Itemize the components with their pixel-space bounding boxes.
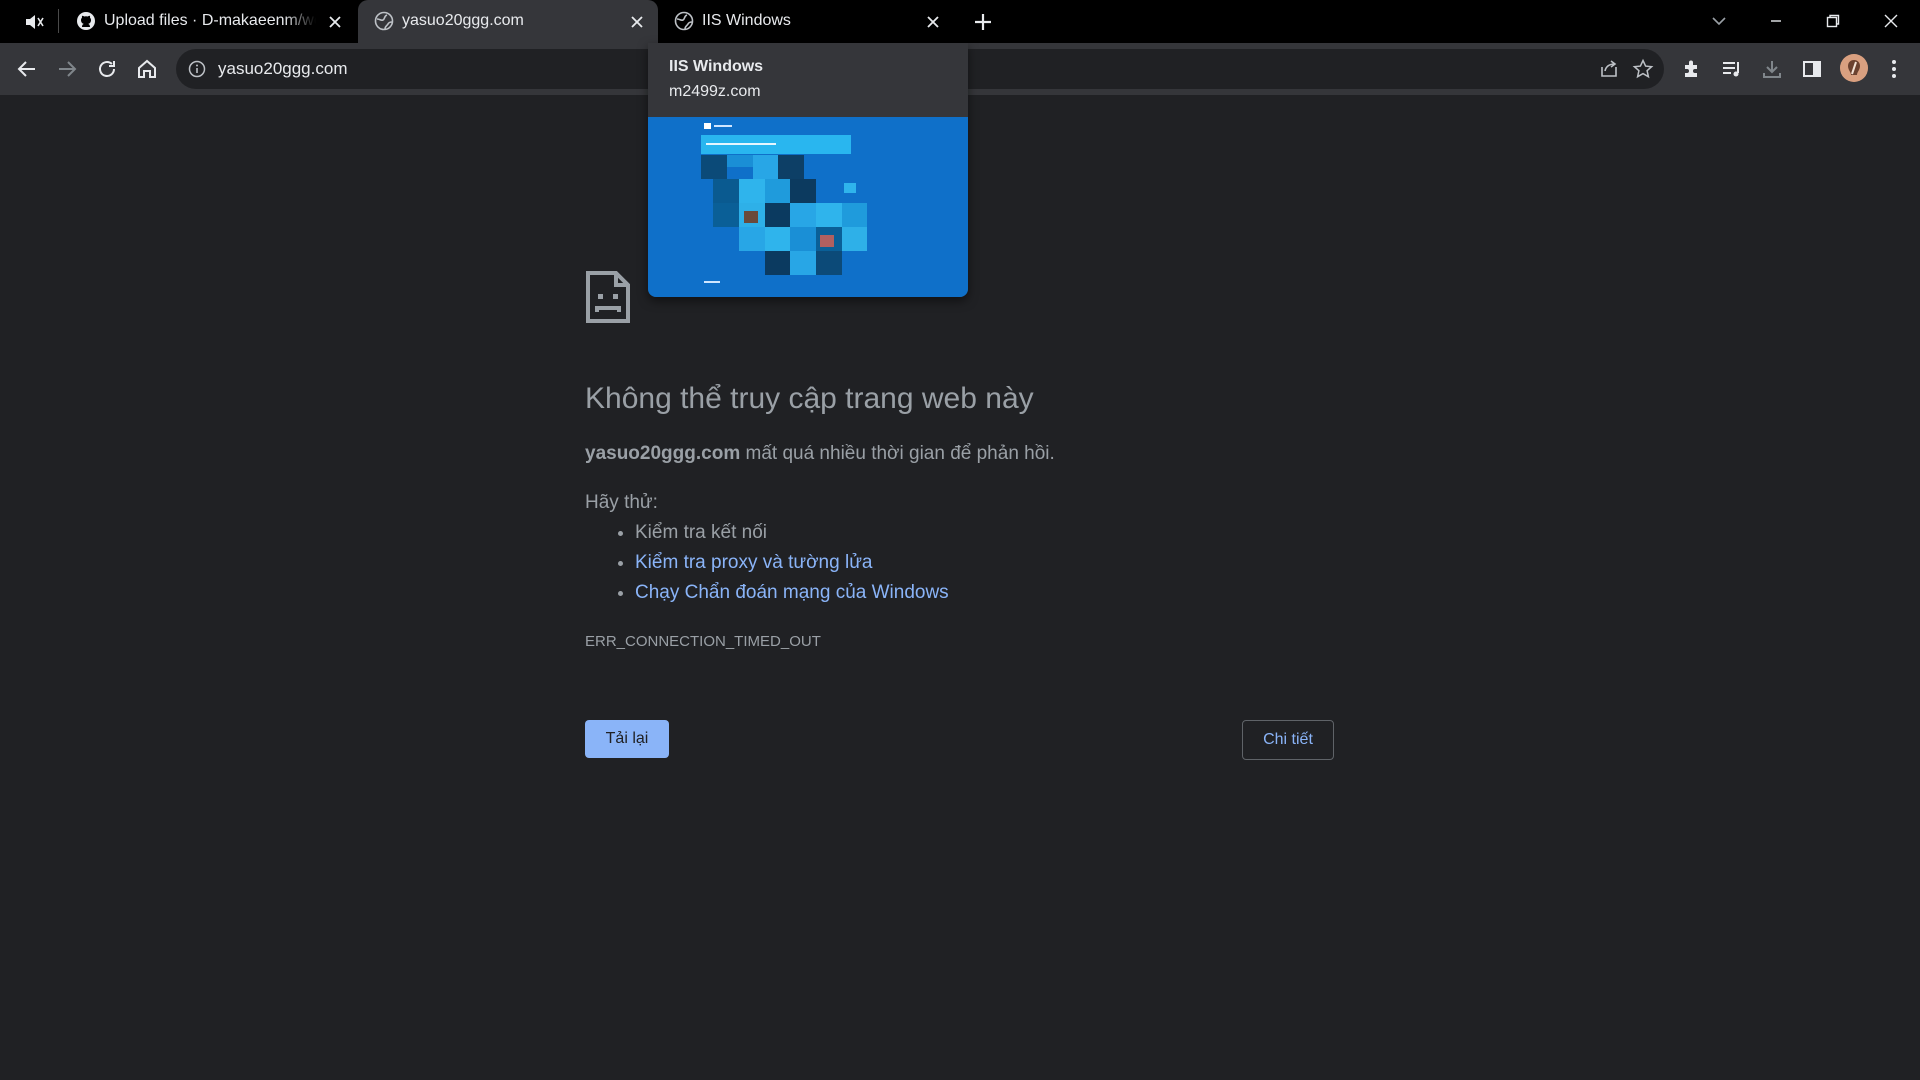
media-control-icon[interactable] (1720, 57, 1744, 81)
reload-icon[interactable] (95, 57, 119, 81)
forward-arrow-icon[interactable] (55, 57, 79, 81)
tab-divider (58, 9, 59, 33)
hover-card-thumbnail (648, 117, 968, 297)
close-window-icon[interactable] (1880, 10, 1902, 32)
more-menu-icon[interactable] (1882, 57, 1906, 81)
side-panel-icon[interactable] (1800, 57, 1824, 81)
reload-button[interactable]: Tải lại (585, 720, 669, 758)
tab-yasuo20ggg[interactable]: yasuo20ggg.com (358, 0, 658, 43)
try-label: Hãy thử: (585, 492, 658, 513)
tab-title: IIS Windows (702, 12, 791, 29)
bookmark-star-icon[interactable] (1632, 58, 1654, 80)
tab-iis-windows[interactable]: IIS Windows (658, 0, 954, 43)
hover-card-title: IIS Windows (669, 58, 764, 75)
close-icon[interactable] (628, 13, 646, 31)
suggestion-list: Kiểm tra kết nối Kiểm tra proxy và tường… (585, 518, 949, 608)
close-icon[interactable] (326, 13, 344, 31)
suggestion-item: Kiểm tra proxy và tường lửa (635, 548, 949, 578)
suggestion-item: Kiểm tra kết nối (635, 518, 949, 548)
tab-upload-files[interactable]: Upload files · D-makaeenm/webl (60, 0, 356, 43)
profile-avatar[interactable] (1840, 54, 1868, 82)
speaker-mute-icon[interactable] (22, 12, 46, 32)
error-host: yasuo20ggg.com (585, 443, 741, 464)
error-code: ERR_CONNECTION_TIMED_OUT (585, 633, 821, 650)
site-info-icon[interactable] (188, 60, 206, 78)
hover-card-domain: m2499z.com (669, 83, 761, 100)
home-icon[interactable] (135, 57, 159, 81)
tab-title: yasuo20ggg.com (402, 12, 524, 29)
share-icon[interactable] (1598, 58, 1620, 80)
tab-strip: Upload files · D-makaeenm/webl yasuo20gg… (0, 0, 1920, 43)
tab-title: Upload files · D-makaeenm/webl (104, 12, 316, 29)
back-arrow-icon[interactable] (15, 57, 39, 81)
close-icon[interactable] (924, 13, 942, 31)
suggestion-run-diagnostics-link[interactable]: Chạy Chẩn đoán mạng của Windows (635, 582, 949, 603)
error-heading: Không thể truy cập trang web này (585, 382, 1034, 415)
suggestion-check-proxy-link[interactable]: Kiểm tra proxy và tường lửa (635, 552, 872, 573)
url-text[interactable]: yasuo20ggg.com (218, 59, 347, 79)
minimize-icon[interactable] (1765, 10, 1787, 32)
suggestion-check-connection: Kiểm tra kết nối (635, 522, 767, 543)
tab-hover-card: IIS Windows m2499z.com (648, 43, 968, 297)
restore-icon[interactable] (1822, 10, 1844, 32)
error-description-text: mất quá nhiều thời gian để phản hồi. (740, 443, 1055, 464)
tab-search-chevron-icon[interactable] (1708, 10, 1730, 32)
globe-icon (374, 11, 394, 31)
download-icon[interactable] (1760, 57, 1784, 81)
github-icon (76, 11, 96, 31)
error-description: yasuo20ggg.com mất quá nhiều thời gian đ… (585, 443, 1055, 465)
details-button[interactable]: Chi tiết (1242, 720, 1334, 760)
sad-page-icon (585, 270, 631, 324)
globe-icon (674, 11, 694, 31)
extensions-puzzle-icon[interactable] (1680, 57, 1704, 81)
new-tab-plus-icon[interactable] (972, 11, 994, 33)
suggestion-item: Chạy Chẩn đoán mạng của Windows (635, 578, 949, 608)
